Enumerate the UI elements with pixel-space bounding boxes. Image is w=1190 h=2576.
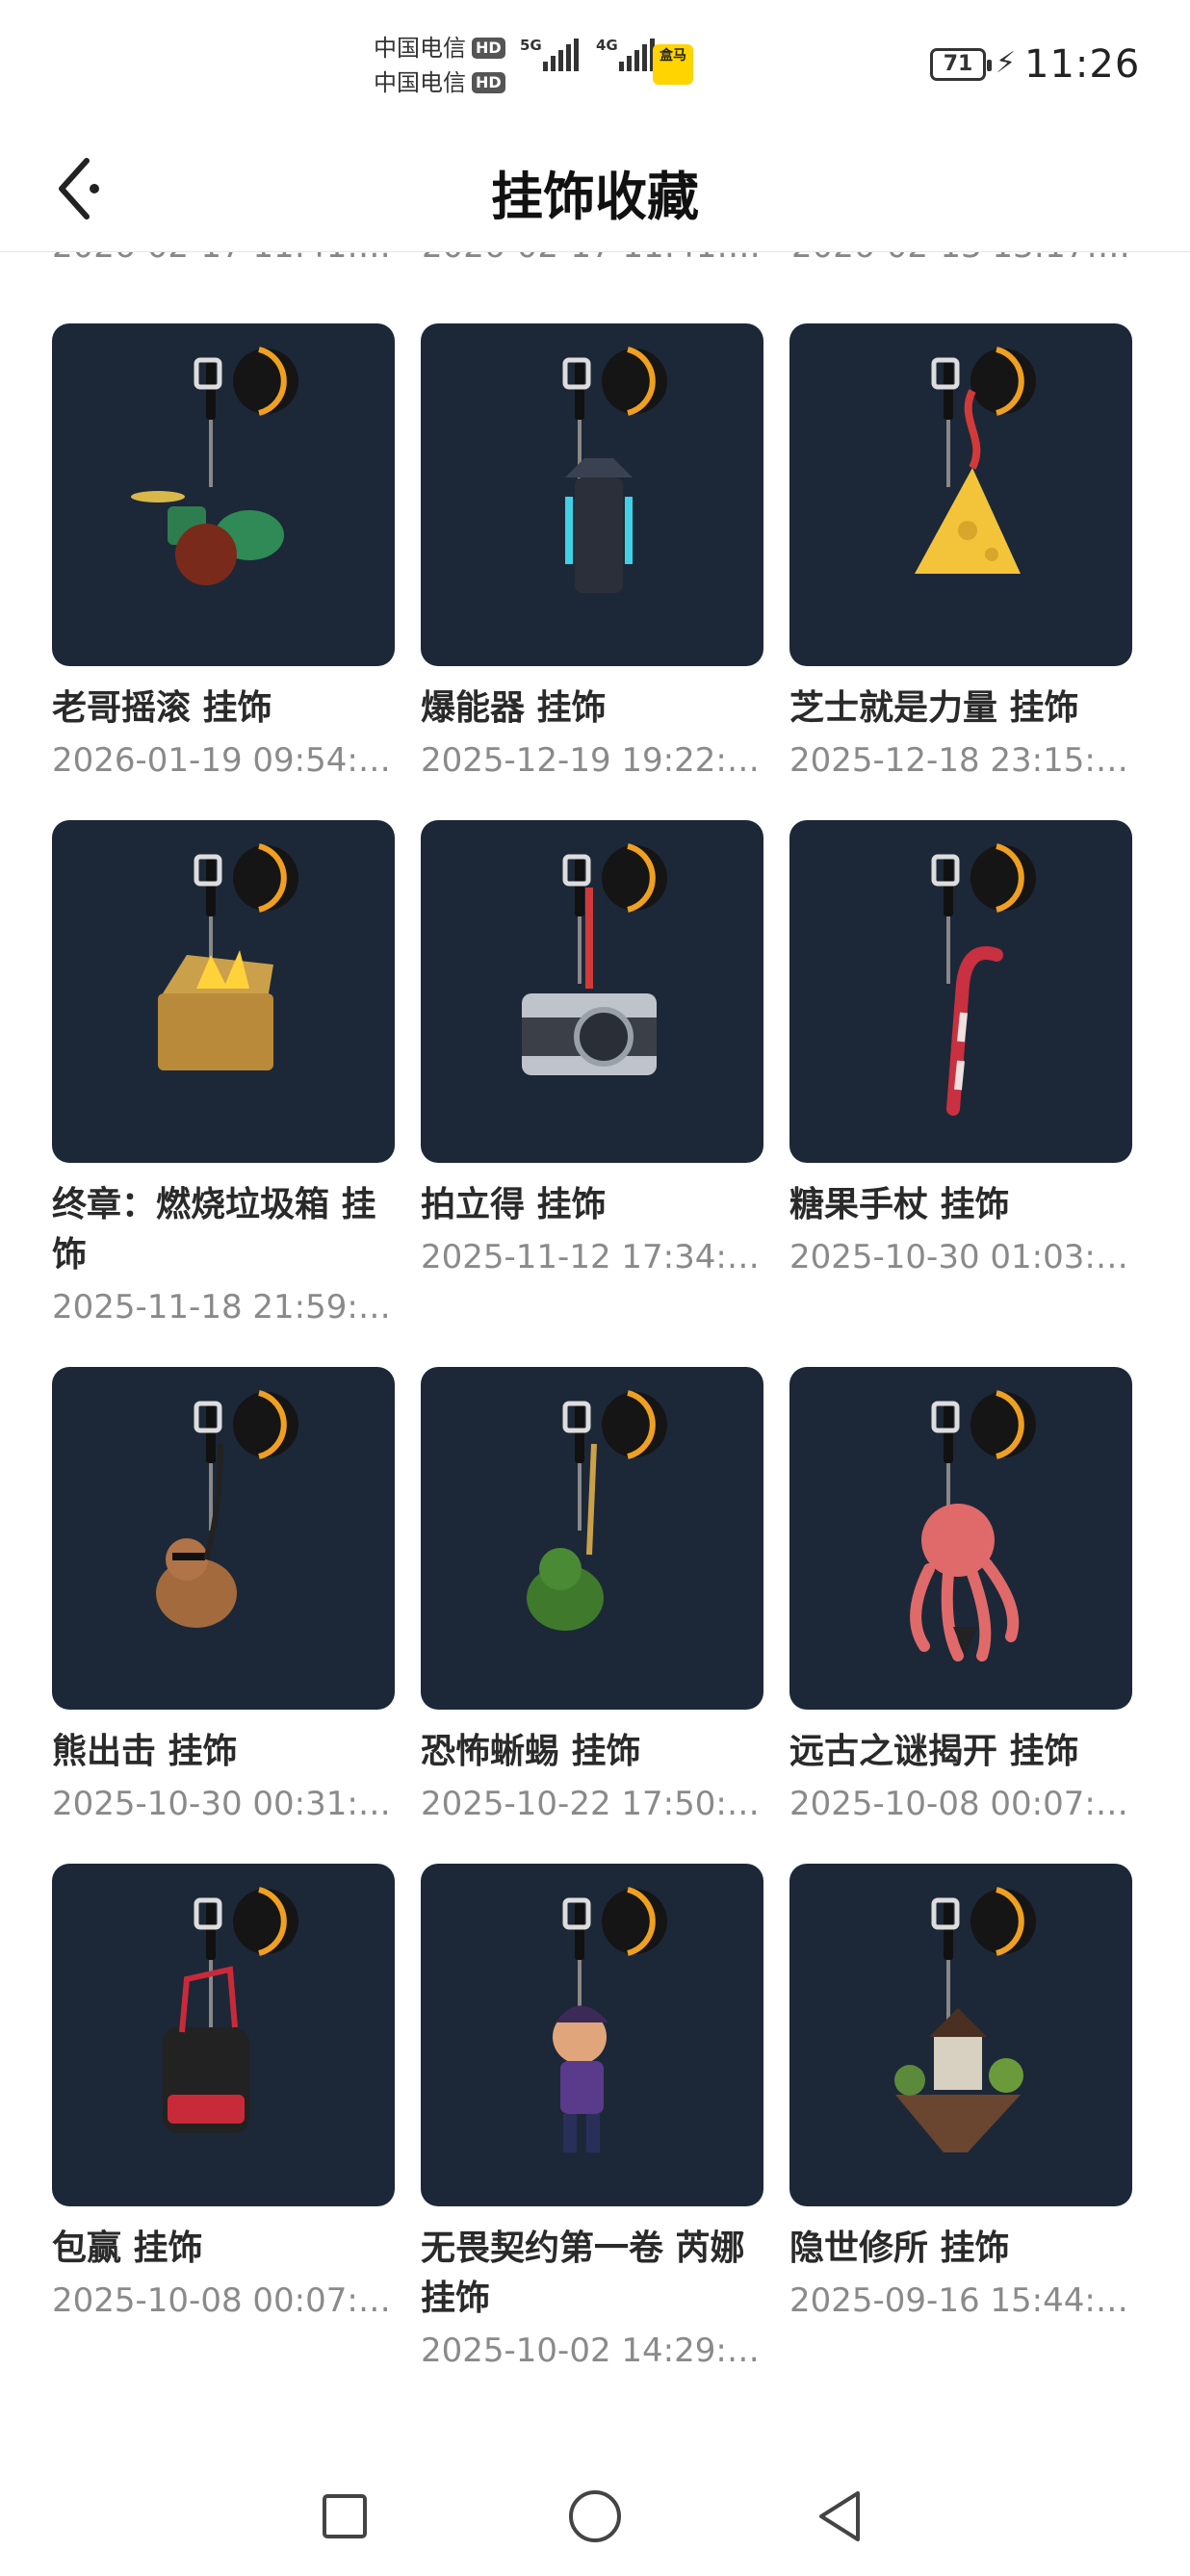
charm-candy-image <box>931 843 1036 1116</box>
charm-acquired-date: 2025-10-30 01:03:22 <box>789 1238 1132 1276</box>
charm-acquired-date: 2025-09-16 15:44:58 <box>789 2281 1132 2320</box>
status-bar: 中国电信 HD 中国电信 HD 5G 4G 盒马 71 ⚡ 11:26 <box>0 0 1190 125</box>
charm-figure-image <box>553 1887 667 2152</box>
charm-camera-image <box>522 843 667 1075</box>
circle-icon <box>569 2490 621 2542</box>
charm-title: 无畏契约第一卷 芮娜 挂饰 <box>421 2228 745 2318</box>
charm-acquired-date: 2025-10-08 00:07:33 <box>789 1785 1132 1823</box>
charm-card[interactable]: 芝士就是力量 挂饰 2025-12-18 23:15:37 <box>789 323 1132 784</box>
charm-thumbnail[interactable] <box>421 1367 763 1710</box>
charm-thumbnail[interactable] <box>421 323 763 666</box>
charm-title: 老哥摇滚 挂饰 <box>52 688 272 728</box>
charm-card[interactable]: 拍立得 挂饰 2025-11-12 17:34:50 <box>421 820 763 1330</box>
system-nav-bar <box>0 2453 1190 2576</box>
charm-title: 远古之谜揭开 挂饰 <box>789 1732 1079 1771</box>
charm-title: 芝士就是力量 挂饰 <box>789 688 1079 728</box>
charm-bear-image <box>156 1390 298 1628</box>
charm-lizard-image <box>527 1390 667 1631</box>
charm-acquired-date: 2025-10-22 17:50:16 <box>421 1785 763 1823</box>
charm-card[interactable]: 隐世修所 挂饰 2025-09-16 15:44:58 <box>789 1864 1132 2374</box>
charm-title: 拍立得 挂饰 <box>421 1185 607 1224</box>
charm-thumbnail[interactable] <box>789 1864 1132 2206</box>
charm-octopus-image <box>910 1390 1036 1662</box>
charm-thumbnail[interactable] <box>789 820 1132 1163</box>
charm-title: 恐怖蜥蜴 挂饰 <box>421 1732 641 1771</box>
charm-title: 终章：燃烧垃圾箱 挂饰 <box>52 1185 376 1275</box>
home-button[interactable] <box>560 2482 630 2551</box>
signal-5g-icon: 5G <box>520 37 579 71</box>
carrier-1: 中国电信 <box>374 35 466 62</box>
charm-thumbnail[interactable] <box>52 820 395 1163</box>
charm-thumbnail[interactable] <box>789 1367 1132 1710</box>
charm-card[interactable]: 糖果手杖 挂饰 2025-10-30 01:03:22 <box>789 820 1132 1330</box>
hd-badge: HD <box>472 72 505 93</box>
charm-acquired-date: 2025-12-19 19:22:41 <box>421 741 763 780</box>
charm-thumbnail[interactable] <box>52 1367 395 1710</box>
charm-card[interactable]: 老哥摇滚 挂饰 2026-01-19 09:54:12 <box>52 323 395 784</box>
charm-title: 爆能器 挂饰 <box>421 688 607 728</box>
app-notification-icon: 盒马 <box>653 44 693 85</box>
charm-acquired-date: 2025-10-02 14:29:05 <box>421 2331 763 2370</box>
charm-card[interactable]: 终章：燃烧垃圾箱 挂饰 2025-11-18 21:59:03 <box>52 820 395 1330</box>
square-icon <box>323 2494 367 2538</box>
charm-card[interactable]: 恐怖蜥蜴 挂饰 2025-10-22 17:50:16 <box>421 1367 763 1827</box>
carrier-info: 中国电信 HD 中国电信 HD <box>374 31 505 100</box>
charm-acquired-date: 2025-10-30 00:31:48 <box>52 1785 395 1823</box>
charm-acquired-date: 2026-01-19 09:54:12 <box>52 741 395 780</box>
charm-title: 包赢 挂饰 <box>52 2228 203 2268</box>
collection-list[interactable]: 2026-02-17 11:41:25 2026-02-17 11:41:25 … <box>0 252 1190 2453</box>
signal-indicators: 5G 4G <box>520 37 655 71</box>
triangle-back-icon <box>819 2491 860 2541</box>
page-title: 挂饰收藏 <box>491 167 699 227</box>
partial-previous-row: 2026-02-17 11:41:25 2026-02-17 11:41:25 … <box>52 252 1161 266</box>
item-date: 2026-02-17 11:41:25 <box>422 252 791 266</box>
page-header: 挂饰收藏 <box>0 125 1190 252</box>
charm-thumbnail[interactable] <box>421 820 763 1163</box>
charm-card[interactable]: 爆能器 挂饰 2025-12-19 19:22:41 <box>421 323 763 784</box>
charging-icon: ⚡ <box>996 46 1017 80</box>
battery-icon: 71 <box>930 48 992 81</box>
charm-cheese-image <box>915 347 1036 574</box>
charm-card[interactable]: 远古之谜揭开 挂饰 2025-10-08 00:07:33 <box>789 1367 1132 1827</box>
charm-acquired-date: 2025-11-12 17:34:50 <box>421 1238 763 1276</box>
item-date: 2026-02-13 13:17:09 <box>791 252 1161 266</box>
charm-acquired-date: 2025-12-18 23:15:37 <box>789 741 1132 780</box>
charm-drum-image <box>131 347 298 585</box>
charm-grid: 老哥摇滚 挂饰 2026-01-19 09:54:12 爆能器 挂饰 2025-12-… <box>52 323 1138 2410</box>
charm-title: 糖果手杖 挂饰 <box>789 1185 1010 1224</box>
charm-thumbnail[interactable] <box>789 323 1132 666</box>
charm-card[interactable]: 熊出击 挂饰 2025-10-30 00:31:48 <box>52 1367 395 1827</box>
charm-acquired-date: 2025-11-18 21:59:03 <box>52 1288 395 1327</box>
item-date: 2026-02-17 11:41:25 <box>52 252 422 266</box>
charm-acquired-date: 2025-10-08 00:07:33 <box>52 2281 395 2320</box>
charm-card[interactable]: 包赢 挂饰 2025-10-08 00:07:33 <box>52 1864 395 2374</box>
clock: 11:26 <box>1024 42 1141 87</box>
charm-title: 隐世修所 挂饰 <box>789 2228 1010 2268</box>
charm-thumbnail[interactable] <box>52 1864 395 2206</box>
hd-badge: HD <box>472 38 505 59</box>
charm-island-image <box>894 1887 1036 2152</box>
charm-backpack-image <box>163 1887 298 2133</box>
charm-card[interactable]: 无畏契约第一卷 芮娜 挂饰 2025-10-02 14:29:05 <box>421 1864 763 2374</box>
charm-dumpster-image <box>158 843 298 1070</box>
carrier-2: 中国电信 <box>374 69 466 96</box>
signal-4g-icon: 4G <box>596 37 655 71</box>
charm-thumbnail[interactable] <box>421 1864 763 2206</box>
charm-title: 熊出击 挂饰 <box>52 1732 238 1771</box>
charm-thumbnail[interactable] <box>52 323 395 666</box>
charm-blaster-image <box>562 347 667 593</box>
nav-back-button[interactable] <box>805 2482 874 2551</box>
recent-apps-button[interactable] <box>310 2482 379 2551</box>
